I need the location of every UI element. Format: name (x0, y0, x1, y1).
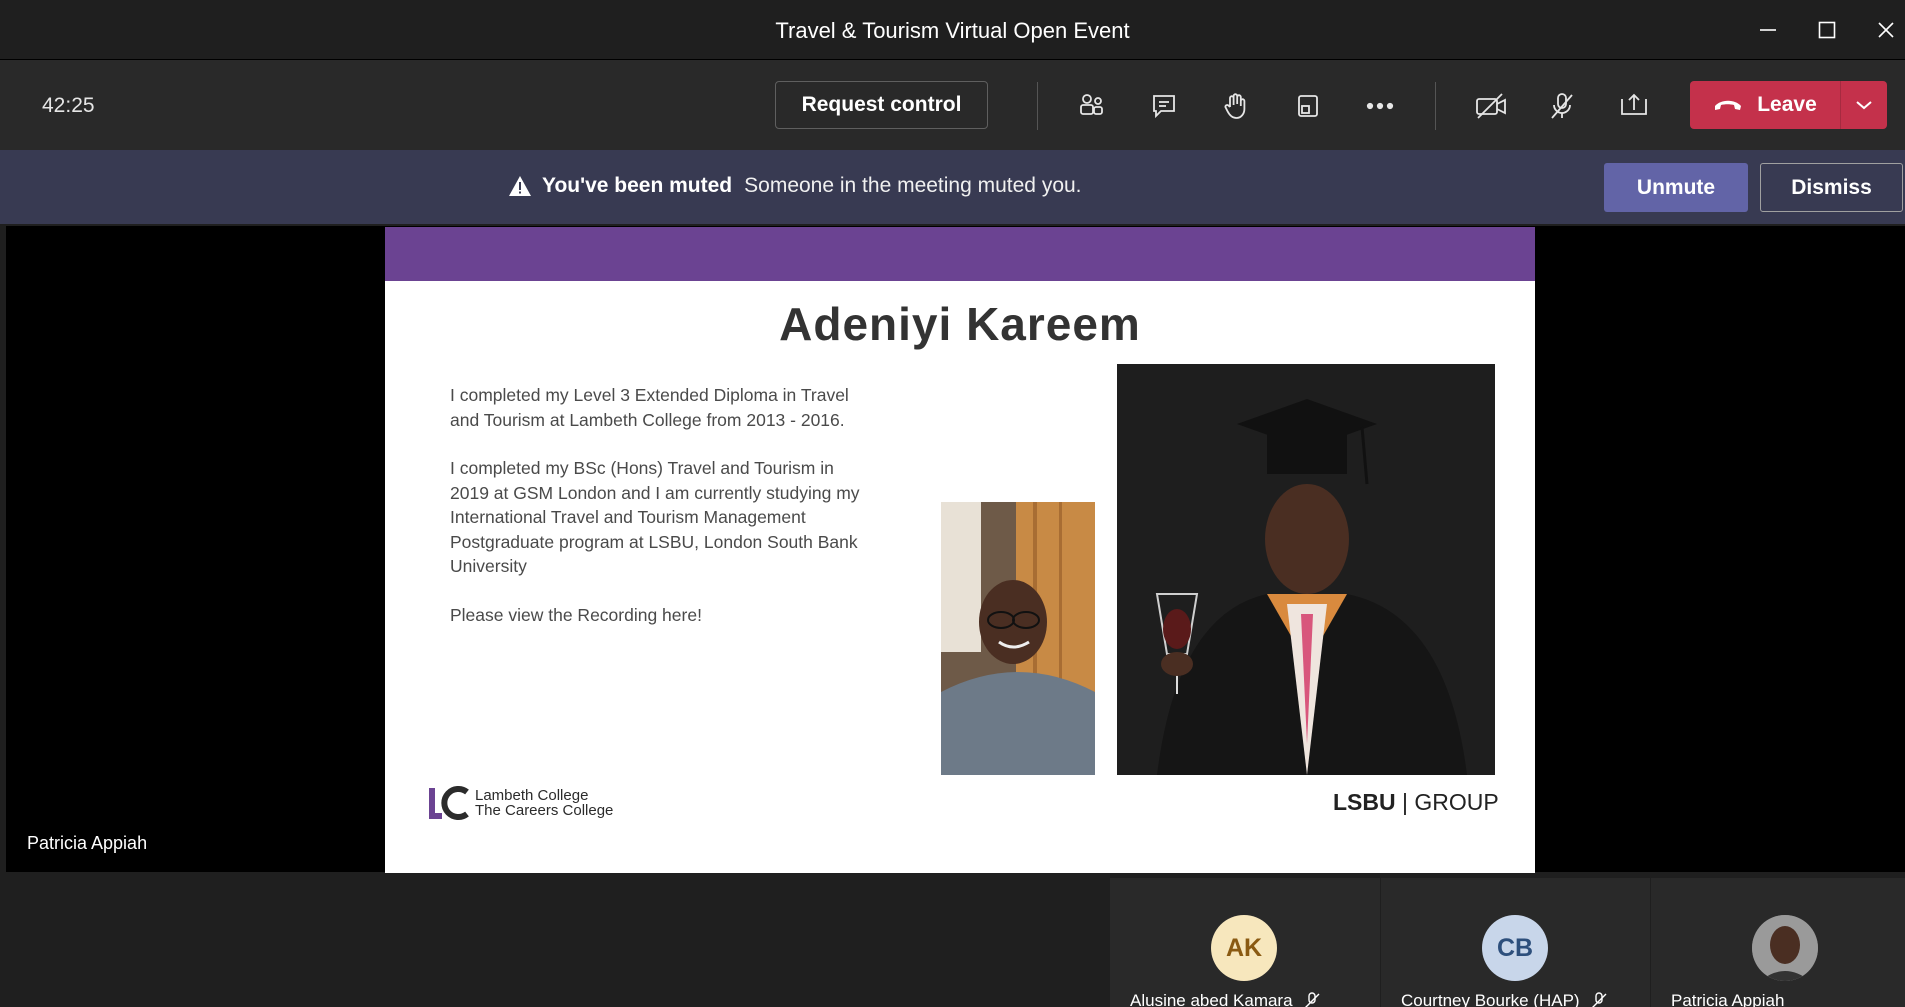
participant-gallery: AK Alusine abed Kamara CB Courtney Bourk… (1110, 878, 1905, 1007)
participant-name: Courtney Bourke (HAP) (1401, 991, 1608, 1007)
slide-paragraph: I completed my BSc (Hons) Travel and Tou… (450, 458, 860, 576)
chat-button[interactable] (1143, 85, 1185, 127)
raise-hand-button[interactable] (1215, 85, 1257, 127)
rooms-button[interactable] (1287, 85, 1329, 127)
raise-hand-icon (1224, 93, 1246, 119)
leave-main[interactable]: Leave (1690, 81, 1840, 129)
share-content-button[interactable] (1613, 85, 1655, 127)
rooms-icon (1298, 95, 1318, 117)
mic-toggle-button[interactable] (1541, 85, 1583, 127)
meeting-toolbar: 42:25 Request control Leave (0, 60, 1905, 150)
lsbu-logo-rest: GROUP (1414, 789, 1499, 815)
participant-name: Alusine abed Kamara (1130, 991, 1321, 1007)
portrait-photo-graduation (1117, 364, 1495, 775)
share-icon (1621, 93, 1647, 115)
mic-off-icon (1551, 93, 1573, 119)
slide-paragraph: I completed my Level 3 Extended Diploma … (450, 385, 849, 430)
dismiss-button[interactable]: Dismiss (1760, 163, 1903, 212)
banner-text: Someone in the meeting muted you. (744, 174, 1082, 197)
minimize-button[interactable] (1748, 12, 1788, 48)
presenter-name-label: Patricia Appiah (27, 833, 148, 853)
more-actions-button[interactable] (1359, 85, 1401, 127)
unmute-button[interactable]: Unmute (1604, 163, 1748, 212)
close-icon (1878, 22, 1894, 38)
mic-off-icon (1304, 992, 1320, 1007)
slide-body: I completed my Level 3 Extended Diploma … (450, 383, 870, 651)
lsbu-logo-bold: LSBU (1333, 789, 1396, 815)
participant-tile[interactable]: AK Alusine abed Kamara (1110, 878, 1375, 1007)
participant-name: Patricia Appiah (1671, 991, 1785, 1007)
people-button[interactable] (1070, 85, 1112, 127)
lc-logo-line2: The Careers College (475, 802, 614, 819)
lc-logo-line1: Lambeth College (475, 787, 589, 804)
lc-logo-mark (429, 786, 469, 820)
portrait-photo-small (941, 502, 1095, 775)
minimize-icon (1760, 29, 1776, 31)
chevron-down-icon (1856, 101, 1872, 110)
window-title: Travel & Tourism Virtual Open Event (775, 18, 1130, 43)
mic-off-icon (1591, 992, 1607, 1007)
people-icon (1080, 94, 1103, 115)
chat-icon (1153, 95, 1175, 119)
warning-icon (509, 176, 531, 196)
toolbar-divider (1435, 82, 1436, 130)
slide-title: Adeniyi Kareem (779, 298, 1141, 350)
muted-notification-banner: You've been muted Someone in the meeting… (0, 150, 1905, 224)
avatar (1752, 915, 1818, 981)
banner-title: You've been muted (542, 174, 733, 197)
avatar: CB (1482, 915, 1548, 981)
maximize-icon (1818, 21, 1836, 39)
lambeth-college-logo: Lambeth College The Careers College (429, 786, 613, 820)
leave-label: Leave (1757, 93, 1817, 116)
close-button[interactable] (1866, 12, 1905, 48)
maximize-button[interactable] (1807, 12, 1847, 48)
more-icon (1366, 102, 1394, 110)
slide-header-bar (385, 227, 1535, 281)
camera-off-icon (1476, 93, 1506, 119)
lsbu-group-logo: LSBU | GROUP (1333, 789, 1499, 816)
shared-slide: Adeniyi Kareem I completed my Level 3 Ex… (385, 227, 1535, 873)
participant-tile[interactable]: CB Courtney Bourke (HAP) (1380, 878, 1645, 1007)
meeting-timer: 42:25 (42, 94, 95, 117)
leave-options-button[interactable] (1841, 81, 1887, 129)
avatar: AK (1211, 915, 1277, 981)
request-control-button[interactable]: Request control (775, 81, 988, 129)
banner-message: You've been muted Someone in the meeting… (508, 174, 1082, 198)
slide-paragraph: Please view the Recording here! (450, 604, 702, 625)
camera-toggle-button[interactable] (1470, 85, 1512, 127)
toolbar-divider (1037, 82, 1038, 130)
lsbu-logo-sep: | (1402, 789, 1408, 815)
participant-tile[interactable]: Patricia Appiah (1650, 878, 1905, 1007)
title-bar: Travel & Tourism Virtual Open Event (0, 0, 1905, 60)
leave-button[interactable]: Leave (1690, 81, 1887, 129)
phone-hangup-icon (1715, 100, 1742, 110)
